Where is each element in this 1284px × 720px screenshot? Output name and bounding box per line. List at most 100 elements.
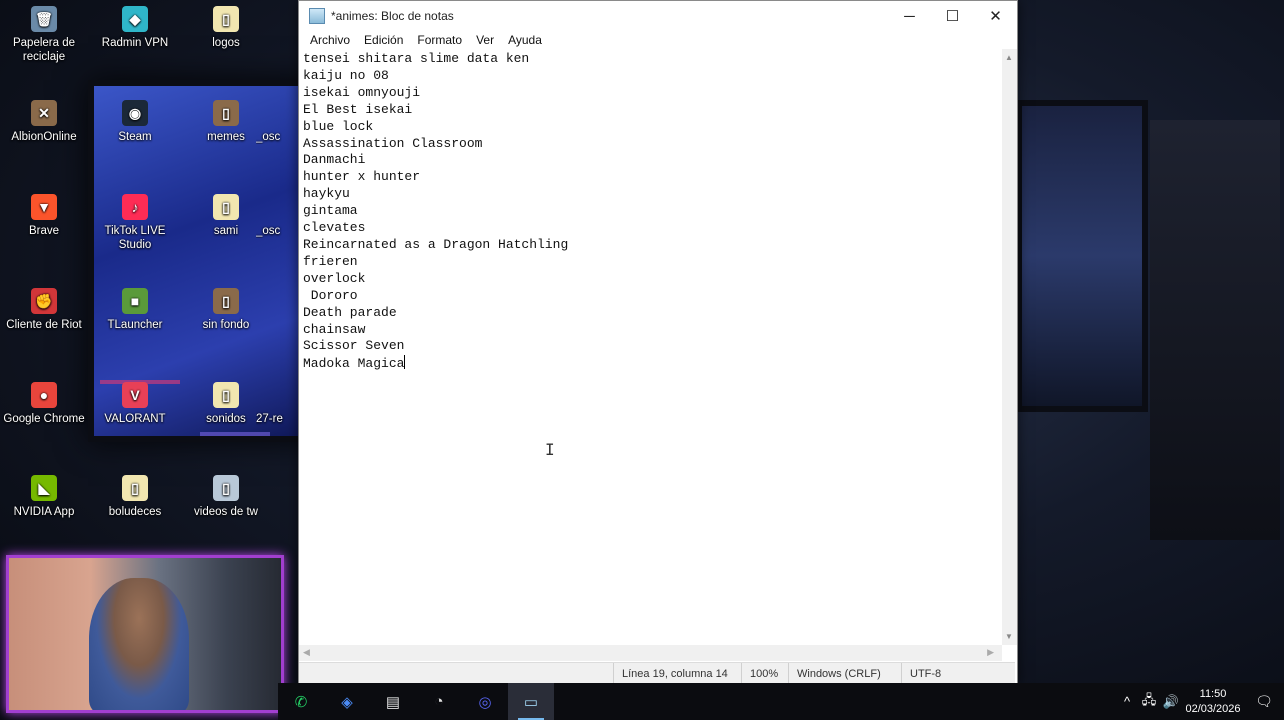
- text-line: frieren: [303, 253, 358, 269]
- text-line: hunter x hunter: [303, 169, 421, 185]
- status-bar: Línea 19, columna 14 100% Windows (CRLF)…: [299, 662, 1015, 684]
- desktop-icon-label: Steam: [118, 131, 152, 143]
- app-icon: [263, 194, 289, 220]
- maximize-button[interactable]: ☐: [931, 1, 974, 31]
- text-line: Dororo: [303, 287, 358, 303]
- system-tray: ^ 🖧 🔊 11:50 02/03/2026 🗨: [1116, 683, 1284, 720]
- wallpaper-neon: [200, 432, 270, 436]
- desktop-icon[interactable]: 🗑 Papelera de reciclaje: [1, 6, 87, 64]
- scroll-up-icon[interactable]: ▲: [1005, 53, 1013, 62]
- taskbar-app-window-icon[interactable]: ▤: [370, 683, 416, 720]
- desktop-icon[interactable]: V VALORANT: [92, 382, 178, 426]
- app-icon: ▯: [213, 382, 239, 408]
- desktop-icon[interactable]: ◣ NVIDIA App: [1, 475, 87, 519]
- text-line: Assassination Classroom: [303, 135, 483, 151]
- status-zoom: 100%: [741, 663, 788, 684]
- desktop-icon[interactable]: _osc: [256, 194, 296, 238]
- desktop-icon[interactable]: ▼ Brave: [1, 194, 87, 238]
- desktop-icon-label: logos: [212, 37, 240, 49]
- text-line: gintama: [303, 203, 358, 219]
- scroll-down-icon[interactable]: ▼: [1005, 632, 1013, 641]
- taskbar-whatsapp-icon[interactable]: ✆: [278, 683, 324, 720]
- network-icon[interactable]: 🖧: [1138, 691, 1160, 713]
- webcam-overlay: [6, 555, 284, 713]
- app-icon: ●: [31, 382, 57, 408]
- menu-ver[interactable]: Ver: [469, 33, 501, 47]
- desktop-icon[interactable]: ◆ Radmin VPN: [92, 6, 178, 50]
- desktop-icon[interactable]: ■ TLauncher: [92, 288, 178, 332]
- text-line: haykyu: [303, 186, 350, 202]
- app-icon: ▯: [213, 475, 239, 501]
- desktop-icon-label: Radmin VPN: [101, 37, 169, 49]
- notepad-window: *animes: Bloc de notas ─ ☐ ✕ Archivo Edi…: [298, 0, 1018, 685]
- notepad-icon: [309, 8, 325, 24]
- text-cursor-icon: I: [545, 440, 555, 459]
- desktop-icon[interactable]: ✊ Cliente de Riot: [1, 288, 87, 332]
- text-line: El Best isekai: [303, 101, 413, 117]
- scroll-left-icon[interactable]: ◀: [303, 647, 310, 658]
- vertical-scrollbar[interactable]: ▲ ▼: [1002, 49, 1017, 645]
- desktop-icon[interactable]: _osc: [256, 100, 296, 144]
- menu-edicion[interactable]: Edición: [357, 33, 410, 47]
- text-line: isekai omnyouji: [303, 84, 421, 100]
- taskbar: ✆ ◈ ▤ ◔ ◎ ▭ ^ 🖧 🔊 11:50 02/03/2026 🗨: [278, 683, 1284, 720]
- desktop-icon-label: 27-re: [256, 413, 283, 425]
- desktop-icon[interactable]: 27-re: [256, 382, 296, 426]
- text-line: Reincarnated as a Dragon Hatchling: [303, 236, 569, 252]
- text-line: chainsaw: [303, 321, 366, 337]
- text-editor[interactable]: tensei shitara slime data ken kaiju no 08…: [299, 49, 1002, 643]
- app-icon: ▯: [122, 475, 148, 501]
- desktop-icon[interactable]: ✕ AlbionOnline: [1, 100, 87, 144]
- app-icon: [263, 382, 289, 408]
- text-line: blue lock: [303, 118, 374, 134]
- clock-time: 11:50: [1199, 687, 1227, 700]
- menu-formato[interactable]: Formato: [410, 33, 469, 47]
- app-icon: ✊: [31, 288, 57, 314]
- horizontal-scrollbar[interactable]: ◀ ▶: [299, 645, 1002, 661]
- menu-ayuda[interactable]: Ayuda: [501, 33, 549, 47]
- taskbar-notepad-icon[interactable]: ▭: [508, 683, 554, 720]
- app-icon: ✕: [31, 100, 57, 126]
- desktop-icon[interactable]: ▯ sin fondo: [183, 288, 269, 332]
- desktop-icon-label: _osc: [256, 131, 281, 143]
- clock-date: 02/03/2026: [1185, 702, 1241, 715]
- taskbar-app-gauge-icon[interactable]: ◔: [416, 683, 462, 720]
- notifications-icon[interactable]: 🗨: [1244, 693, 1284, 710]
- desktop-icon[interactable]: ♪ TikTok LIVE Studio: [92, 194, 178, 252]
- desktop-icon[interactable]: ▯ boludeces: [92, 475, 178, 519]
- menu-archivo[interactable]: Archivo: [303, 33, 357, 47]
- volume-icon[interactable]: 🔊: [1160, 694, 1182, 710]
- wallpaper-shelf: [1150, 120, 1280, 540]
- desktop-icon[interactable]: ▯ videos de tw: [183, 475, 269, 519]
- app-icon: [263, 100, 289, 126]
- desktop-icon-label: Papelera de reciclaje: [12, 37, 76, 63]
- streamer-video: [89, 578, 189, 710]
- scroll-right-icon[interactable]: ▶: [987, 647, 994, 658]
- tray-chevron-icon[interactable]: ^: [1116, 694, 1138, 709]
- text-line: kaiju no 08: [303, 67, 389, 83]
- taskbar-discord-icon[interactable]: ◎: [462, 683, 508, 720]
- taskbar-app-diamond-icon[interactable]: ◈: [324, 683, 370, 720]
- desktop-icon[interactable]: ● Google Chrome: [1, 382, 87, 426]
- desktop-icon[interactable]: ◉ Steam: [92, 100, 178, 144]
- desktop-icon-label: NVIDIA App: [13, 506, 75, 518]
- text-line: Madoka Magica: [303, 355, 406, 372]
- status-line-ending: Windows (CRLF): [788, 663, 901, 684]
- close-button[interactable]: ✕: [974, 1, 1017, 31]
- clock[interactable]: 11:50 02/03/2026: [1182, 687, 1244, 717]
- desktop-icon-label: VALORANT: [104, 413, 166, 425]
- desktop-icon-label: Cliente de Riot: [6, 319, 82, 331]
- title-bar[interactable]: *animes: Bloc de notas ─ ☐ ✕: [299, 1, 1017, 31]
- app-icon: ◉: [122, 100, 148, 126]
- app-icon: ▯: [213, 194, 239, 220]
- desktop-icon-label: Google Chrome: [3, 413, 85, 425]
- minimize-button[interactable]: ─: [888, 1, 931, 31]
- wallpaper-monitor-right: [1016, 100, 1148, 412]
- taskbar-apps: ✆ ◈ ▤ ◔ ◎ ▭: [278, 683, 554, 720]
- app-icon: ▯: [213, 6, 239, 32]
- app-icon: ♪: [122, 194, 148, 220]
- desktop-icon-label: _osc: [256, 225, 281, 237]
- app-icon: V: [122, 382, 148, 408]
- desktop-icon[interactable]: ▯ logos: [183, 6, 269, 50]
- app-icon: ■: [122, 288, 148, 314]
